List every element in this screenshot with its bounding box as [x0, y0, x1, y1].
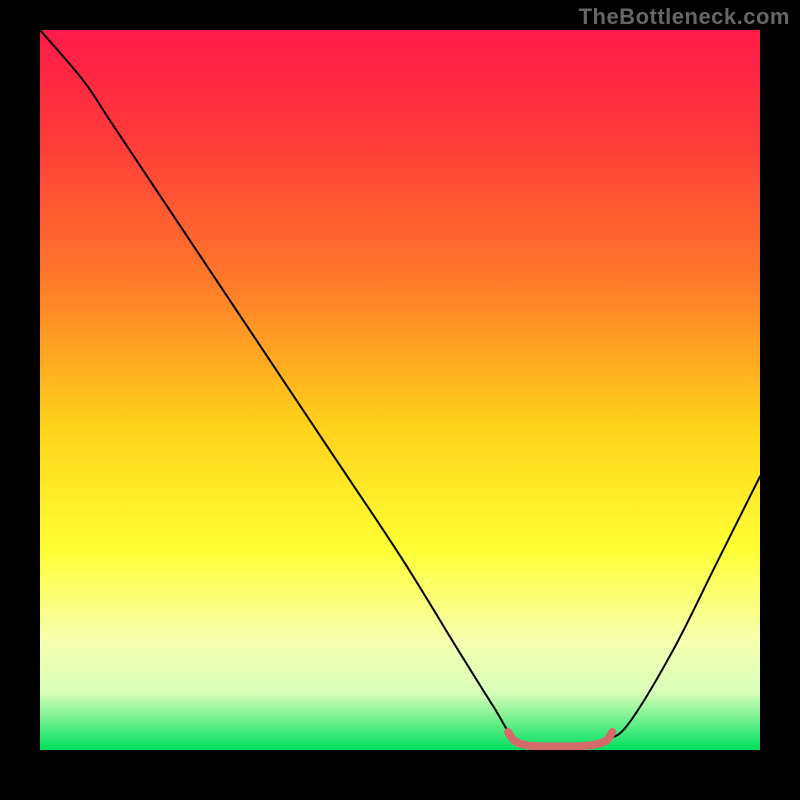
chart-svg: [40, 30, 760, 750]
plot-area: [40, 30, 760, 750]
chart-container: TheBottleneck.com: [0, 0, 800, 800]
gradient-background: [40, 30, 760, 750]
watermark-text: TheBottleneck.com: [579, 4, 790, 30]
